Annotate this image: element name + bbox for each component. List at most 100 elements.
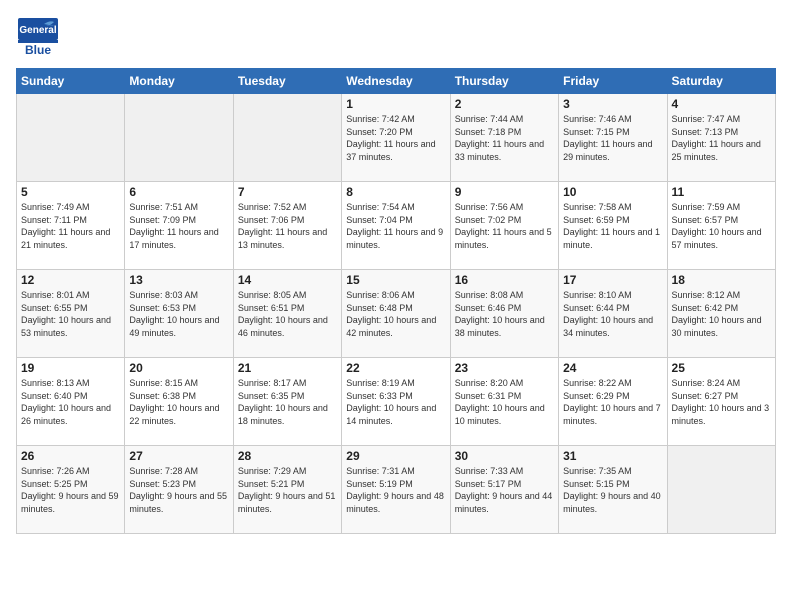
calendar-cell: 31 Sunrise: 7:35 AMSunset: 5:15 PMDayligh… xyxy=(559,446,667,534)
calendar-week-5: 26 Sunrise: 7:26 AMSunset: 5:25 PMDayligh… xyxy=(17,446,776,534)
day-info: Sunrise: 8:01 AMSunset: 6:55 PMDaylight:… xyxy=(21,289,120,339)
day-number: 19 xyxy=(21,361,120,375)
calendar-week-4: 19Sunrise: 8:13 AMSunset: 6:40 PMDayligh… xyxy=(17,358,776,446)
day-info: Sunrise: 7:29 AMSunset: 5:21 PMDaylight:… xyxy=(238,465,337,515)
weekday-header-tuesday: Tuesday xyxy=(233,69,341,94)
calendar-cell: 30Sunrise: 7:33 AMSunset: 5:17 PMDayligh… xyxy=(450,446,558,534)
calendar-table: SundayMondayTuesdayWednesdayThursdayFrid… xyxy=(16,68,776,534)
calendar-cell: 15 Sunrise: 8:06 AMSunset: 6:48 PMDayligh… xyxy=(342,270,450,358)
day-number: 28 xyxy=(238,449,337,463)
weekday-header-saturday: Saturday xyxy=(667,69,775,94)
day-number: 11 xyxy=(672,185,771,199)
day-number: 7 xyxy=(238,185,337,199)
weekday-header-wednesday: Wednesday xyxy=(342,69,450,94)
weekday-header-row: SundayMondayTuesdayWednesdayThursdayFrid… xyxy=(17,69,776,94)
day-number: 9 xyxy=(455,185,554,199)
calendar-cell: 11 Sunrise: 7:59 AMSunset: 6:57 PMDayligh… xyxy=(667,182,775,270)
calendar-cell: 13Sunrise: 8:03 AMSunset: 6:53 PMDayligh… xyxy=(125,270,233,358)
svg-text:General: General xyxy=(19,25,56,36)
day-number: 31 xyxy=(563,449,662,463)
calendar-cell: 14 Sunrise: 8:05 AMSunset: 6:51 PMDayligh… xyxy=(233,270,341,358)
weekday-header-thursday: Thursday xyxy=(450,69,558,94)
day-info: Sunrise: 7:54 AMSunset: 7:04 PMDaylight:… xyxy=(346,201,445,251)
day-number: 2 xyxy=(455,97,554,111)
calendar-cell: 2 Sunrise: 7:44 AMSunset: 7:18 PMDaylight… xyxy=(450,94,558,182)
day-info: Sunrise: 7:52 AMSunset: 7:06 PMDaylight:… xyxy=(238,201,337,251)
calendar-cell: 3 Sunrise: 7:46 AMSunset: 7:15 PMDaylight… xyxy=(559,94,667,182)
day-info: Sunrise: 8:03 AMSunset: 6:53 PMDaylight:… xyxy=(129,289,228,339)
day-info: Sunrise: 8:06 AMSunset: 6:48 PMDaylight:… xyxy=(346,289,445,339)
calendar-week-2: 5 Sunrise: 7:49 AMSunset: 7:11 PMDaylight… xyxy=(17,182,776,270)
day-info: Sunrise: 8:12 AMSunset: 6:42 PMDaylight:… xyxy=(672,289,771,339)
day-number: 16 xyxy=(455,273,554,287)
day-info: Sunrise: 7:58 AMSunset: 6:59 PMDaylight:… xyxy=(563,201,662,251)
day-info: Sunrise: 7:49 AMSunset: 7:11 PMDaylight:… xyxy=(21,201,120,251)
day-info: Sunrise: 7:51 AMSunset: 7:09 PMDaylight:… xyxy=(129,201,228,251)
day-number: 14 xyxy=(238,273,337,287)
weekday-header-sunday: Sunday xyxy=(17,69,125,94)
day-info: Sunrise: 7:47 AMSunset: 7:13 PMDaylight:… xyxy=(672,113,771,163)
day-number: 5 xyxy=(21,185,120,199)
day-number: 27 xyxy=(129,449,228,463)
calendar-cell: 5 Sunrise: 7:49 AMSunset: 7:11 PMDaylight… xyxy=(17,182,125,270)
day-info: Sunrise: 7:35 AMSunset: 5:15 PMDaylight:… xyxy=(563,465,662,515)
day-number: 29 xyxy=(346,449,445,463)
weekday-header-friday: Friday xyxy=(559,69,667,94)
calendar-cell: 12 Sunrise: 8:01 AMSunset: 6:55 PMDayligh… xyxy=(17,270,125,358)
calendar-cell: 21Sunrise: 8:17 AMSunset: 6:35 PMDayligh… xyxy=(233,358,341,446)
day-info: Sunrise: 8:15 AMSunset: 6:38 PMDaylight:… xyxy=(129,377,228,427)
day-info: Sunrise: 8:24 AMSunset: 6:27 PMDaylight:… xyxy=(672,377,771,427)
calendar-cell: 25 Sunrise: 8:24 AMSunset: 6:27 PMDayligh… xyxy=(667,358,775,446)
day-info: Sunrise: 8:08 AMSunset: 6:46 PMDaylight:… xyxy=(455,289,554,339)
day-info: Sunrise: 7:46 AMSunset: 7:15 PMDaylight:… xyxy=(563,113,662,163)
calendar-cell: 22 Sunrise: 8:19 AMSunset: 6:33 PMDayligh… xyxy=(342,358,450,446)
calendar-cell: 4 Sunrise: 7:47 AMSunset: 7:13 PMDaylight… xyxy=(667,94,775,182)
day-number: 10 xyxy=(563,185,662,199)
calendar-cell: 23Sunrise: 8:20 AMSunset: 6:31 PMDayligh… xyxy=(450,358,558,446)
day-number: 1 xyxy=(346,97,445,111)
calendar-cell: 8Sunrise: 7:54 AMSunset: 7:04 PMDaylight… xyxy=(342,182,450,270)
day-info: Sunrise: 7:31 AMSunset: 5:19 PMDaylight:… xyxy=(346,465,445,515)
day-info: Sunrise: 7:56 AMSunset: 7:02 PMDaylight:… xyxy=(455,201,554,251)
calendar-cell: 7 Sunrise: 7:52 AMSunset: 7:06 PMDaylight… xyxy=(233,182,341,270)
day-info: Sunrise: 8:17 AMSunset: 6:35 PMDaylight:… xyxy=(238,377,337,427)
day-number: 4 xyxy=(672,97,771,111)
calendar-cell xyxy=(17,94,125,182)
day-info: Sunrise: 8:22 AMSunset: 6:29 PMDaylight:… xyxy=(563,377,662,427)
calendar-cell xyxy=(667,446,775,534)
calendar-cell: 16 Sunrise: 8:08 AMSunset: 6:46 PMDayligh… xyxy=(450,270,558,358)
day-info: Sunrise: 8:20 AMSunset: 6:31 PMDaylight:… xyxy=(455,377,554,427)
calendar-cell: 28 Sunrise: 7:29 AMSunset: 5:21 PMDayligh… xyxy=(233,446,341,534)
calendar-cell: 26 Sunrise: 7:26 AMSunset: 5:25 PMDayligh… xyxy=(17,446,125,534)
calendar-cell: 9 Sunrise: 7:56 AMSunset: 7:02 PMDaylight… xyxy=(450,182,558,270)
day-number: 12 xyxy=(21,273,120,287)
day-number: 25 xyxy=(672,361,771,375)
calendar-cell xyxy=(125,94,233,182)
day-info: Sunrise: 7:59 AMSunset: 6:57 PMDaylight:… xyxy=(672,201,771,251)
calendar-cell xyxy=(233,94,341,182)
day-number: 26 xyxy=(21,449,120,463)
day-info: Sunrise: 8:10 AMSunset: 6:44 PMDaylight:… xyxy=(563,289,662,339)
calendar-cell: 10 Sunrise: 7:58 AMSunset: 6:59 PMDayligh… xyxy=(559,182,667,270)
day-info: Sunrise: 7:44 AMSunset: 7:18 PMDaylight:… xyxy=(455,113,554,163)
calendar-cell: 19Sunrise: 8:13 AMSunset: 6:40 PMDayligh… xyxy=(17,358,125,446)
day-number: 17 xyxy=(563,273,662,287)
day-info: Sunrise: 7:26 AMSunset: 5:25 PMDaylight:… xyxy=(21,465,120,515)
calendar-cell: 20 Sunrise: 8:15 AMSunset: 6:38 PMDayligh… xyxy=(125,358,233,446)
logo: General Blue xyxy=(16,16,60,60)
logo-icon: General Blue xyxy=(16,16,60,60)
day-number: 24 xyxy=(563,361,662,375)
day-number: 18 xyxy=(672,273,771,287)
calendar-week-1: 1Sunrise: 7:42 AMSunset: 7:20 PMDaylight… xyxy=(17,94,776,182)
day-info: Sunrise: 8:05 AMSunset: 6:51 PMDaylight:… xyxy=(238,289,337,339)
day-number: 15 xyxy=(346,273,445,287)
day-info: Sunrise: 8:19 AMSunset: 6:33 PMDaylight:… xyxy=(346,377,445,427)
calendar-cell: 17 Sunrise: 8:10 AMSunset: 6:44 PMDayligh… xyxy=(559,270,667,358)
day-number: 22 xyxy=(346,361,445,375)
weekday-header-monday: Monday xyxy=(125,69,233,94)
calendar-cell: 1Sunrise: 7:42 AMSunset: 7:20 PMDaylight… xyxy=(342,94,450,182)
calendar-cell: 24 Sunrise: 8:22 AMSunset: 6:29 PMDayligh… xyxy=(559,358,667,446)
day-number: 3 xyxy=(563,97,662,111)
day-number: 20 xyxy=(129,361,228,375)
day-number: 6 xyxy=(129,185,228,199)
